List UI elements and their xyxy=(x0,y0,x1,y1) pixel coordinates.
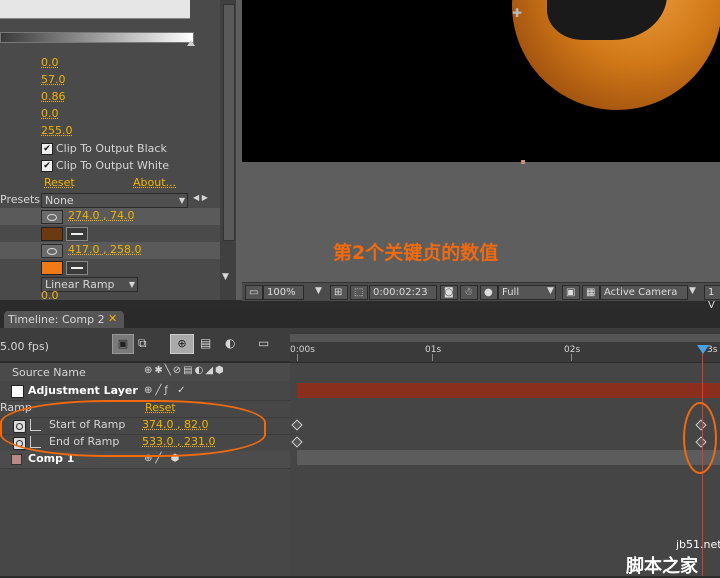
preset-nav-icon[interactable]: ◀ ▶ xyxy=(193,193,208,202)
layer-switches[interactable]: ⊕╱ƒ ✓ xyxy=(144,385,188,396)
work-area-bar[interactable] xyxy=(290,334,720,342)
crosshair-icon[interactable]: ✚ xyxy=(512,6,522,20)
clip-white-checkbox[interactable]: ✔ xyxy=(41,160,53,172)
ramp-shape-value: Linear Ramp xyxy=(45,278,115,291)
layer-row[interactable]: Adjustment Layer ⊕╱ƒ ✓ xyxy=(0,383,290,401)
value-4[interactable]: 255.0 xyxy=(41,124,73,137)
watermark-title: 脚本之家 xyxy=(626,556,698,577)
presets-dropdown[interactable]: None ▼ xyxy=(41,193,188,208)
clip-black-checkbox[interactable]: ✔ xyxy=(41,143,53,155)
chevron-down-icon[interactable]: ▼ xyxy=(547,286,554,296)
graph-editor-icon[interactable]: ▭ xyxy=(258,336,269,350)
grid-icon[interactable]: ⊞ xyxy=(330,285,348,300)
presets-label: Presets: xyxy=(0,193,44,206)
monitor-icon[interactable]: ▭ xyxy=(245,285,263,300)
keyframe-highlight-ring xyxy=(683,402,717,474)
eyedropper-icon[interactable] xyxy=(66,261,88,275)
timecode-display[interactable]: 0:00:02:23 xyxy=(369,285,437,300)
frame-blending-icon[interactable]: ▤ xyxy=(200,336,211,350)
views-dropdown[interactable]: 1 V xyxy=(704,285,720,311)
adjustment-layer-bar[interactable] xyxy=(297,383,720,398)
cti-head-icon[interactable] xyxy=(697,345,709,354)
end-point-marker[interactable] xyxy=(521,160,525,164)
end-point-crosshair-icon[interactable] xyxy=(41,244,63,258)
value-0[interactable]: 0.0 xyxy=(41,56,59,69)
layer-list: Adjustment Layer ⊕╱ƒ ✓ Ramp Reset Start … xyxy=(0,381,290,576)
show-snapshot-icon[interactable]: ☃ xyxy=(460,285,478,300)
ruler-label-2: 02s xyxy=(564,345,581,355)
eyedropper-icon[interactable] xyxy=(66,227,88,241)
comp-layer-icon xyxy=(11,454,22,465)
end-of-ramp-value[interactable]: 417.0 , 258.0 xyxy=(68,243,141,256)
close-icon[interactable]: ✕ xyxy=(108,312,117,325)
panel-scrollbar[interactable]: ▼ xyxy=(220,0,236,300)
zoom-dropdown[interactable]: 100% xyxy=(263,285,304,300)
mask-icon[interactable]: ⬚ xyxy=(350,285,368,300)
output-gradient xyxy=(0,32,194,43)
layer-column-header: Source Name ⊕✱╲⊘▤◐◢⬢ xyxy=(0,363,290,381)
about-link[interactable]: About... xyxy=(133,176,176,189)
fps-label: 5.00 fps) xyxy=(0,340,49,353)
tab-timeline-comp2[interactable]: Timeline: Comp 2 ✕ xyxy=(4,311,124,328)
source-name-header[interactable]: Source Name xyxy=(12,366,86,379)
region-icon[interactable]: ▣ xyxy=(562,285,580,300)
comp-canvas[interactable]: ✚ xyxy=(242,0,720,162)
composition-mini-flowchart-icon[interactable]: ▣ xyxy=(112,334,134,354)
views-value: 1 V xyxy=(708,287,715,311)
value-1[interactable]: 57.0 xyxy=(41,73,66,86)
annotation-text: 第2个关键贞的数值 xyxy=(333,242,499,264)
layer-name[interactable]: Adjustment Layer xyxy=(28,384,138,397)
timecode-value: 0:00:02:23 xyxy=(373,287,428,298)
chevron-down-icon[interactable]: ▼ xyxy=(315,286,322,296)
motion-blur-icon[interactable]: ⊕ xyxy=(170,334,194,354)
camera-value: Active Camera xyxy=(604,287,678,298)
start-color-swatch[interactable] xyxy=(41,227,63,241)
clip-black-label: Clip To Output Black xyxy=(56,142,167,155)
white-point-slider-icon[interactable] xyxy=(187,40,195,46)
watermark-site: jb51.net xyxy=(676,538,720,551)
comp1-layer-bar[interactable] xyxy=(297,450,720,465)
chevron-down-icon: ▼ xyxy=(178,196,185,205)
timeline-tab-title: Timeline: Comp 2 xyxy=(8,313,105,326)
value-last[interactable]: 0.0 xyxy=(41,291,59,300)
layer-label-color[interactable] xyxy=(11,385,24,398)
chevron-down-icon: ▼ xyxy=(128,280,135,289)
effect-controls-panel: 0.0 57.0 0.86 0.0 255.0 ✔ Clip To Output… xyxy=(0,0,236,300)
resolution-value: Full xyxy=(502,287,520,298)
annotation-highlight-ring xyxy=(0,400,266,457)
camera-dropdown[interactable]: Active Camera xyxy=(600,285,688,300)
zoom-value: 100% xyxy=(267,287,296,298)
start-of-ramp-value[interactable]: 274.0 , 74.0 xyxy=(68,209,134,222)
reset-link[interactable]: Reset xyxy=(44,176,75,189)
end-color-swatch[interactable] xyxy=(41,261,63,275)
transparency-grid-icon[interactable]: ▦ xyxy=(582,285,600,300)
viewer-toolbar: ▭ 100% ▼ ⊞ ⬚ 0:00:02:23 ◙ ☃ ● Full ▼ ▣ ▦… xyxy=(242,282,720,311)
brainstorm-icon[interactable]: ◐ xyxy=(225,336,235,350)
time-ruler[interactable]: 0:00s 01s 02s 3s xyxy=(290,332,720,362)
scroll-down-icon[interactable]: ▼ xyxy=(222,272,229,282)
ruler-label-0: 0:00s xyxy=(290,345,315,355)
channel-icon[interactable]: ● xyxy=(480,285,498,300)
clip-white-label: Clip To Output White xyxy=(56,159,170,172)
start-point-crosshair-icon[interactable] xyxy=(41,210,63,224)
chevron-down-icon[interactable]: ▼ xyxy=(689,286,696,296)
ramp-shape-dropdown[interactable]: Linear Ramp ▼ xyxy=(41,277,138,292)
value-2[interactable]: 0.86 xyxy=(41,90,66,103)
switches-header-icons: ⊕✱╲⊘▤◐◢⬢ xyxy=(144,365,226,376)
value-3[interactable]: 0.0 xyxy=(41,107,59,120)
draft-3d-icon[interactable]: ⧉ xyxy=(138,336,147,351)
ruler-label-1: 01s xyxy=(425,345,442,355)
camera-snapshot-icon[interactable]: ◙ xyxy=(440,285,458,300)
histogram xyxy=(0,0,190,19)
presets-value: None xyxy=(45,194,74,207)
